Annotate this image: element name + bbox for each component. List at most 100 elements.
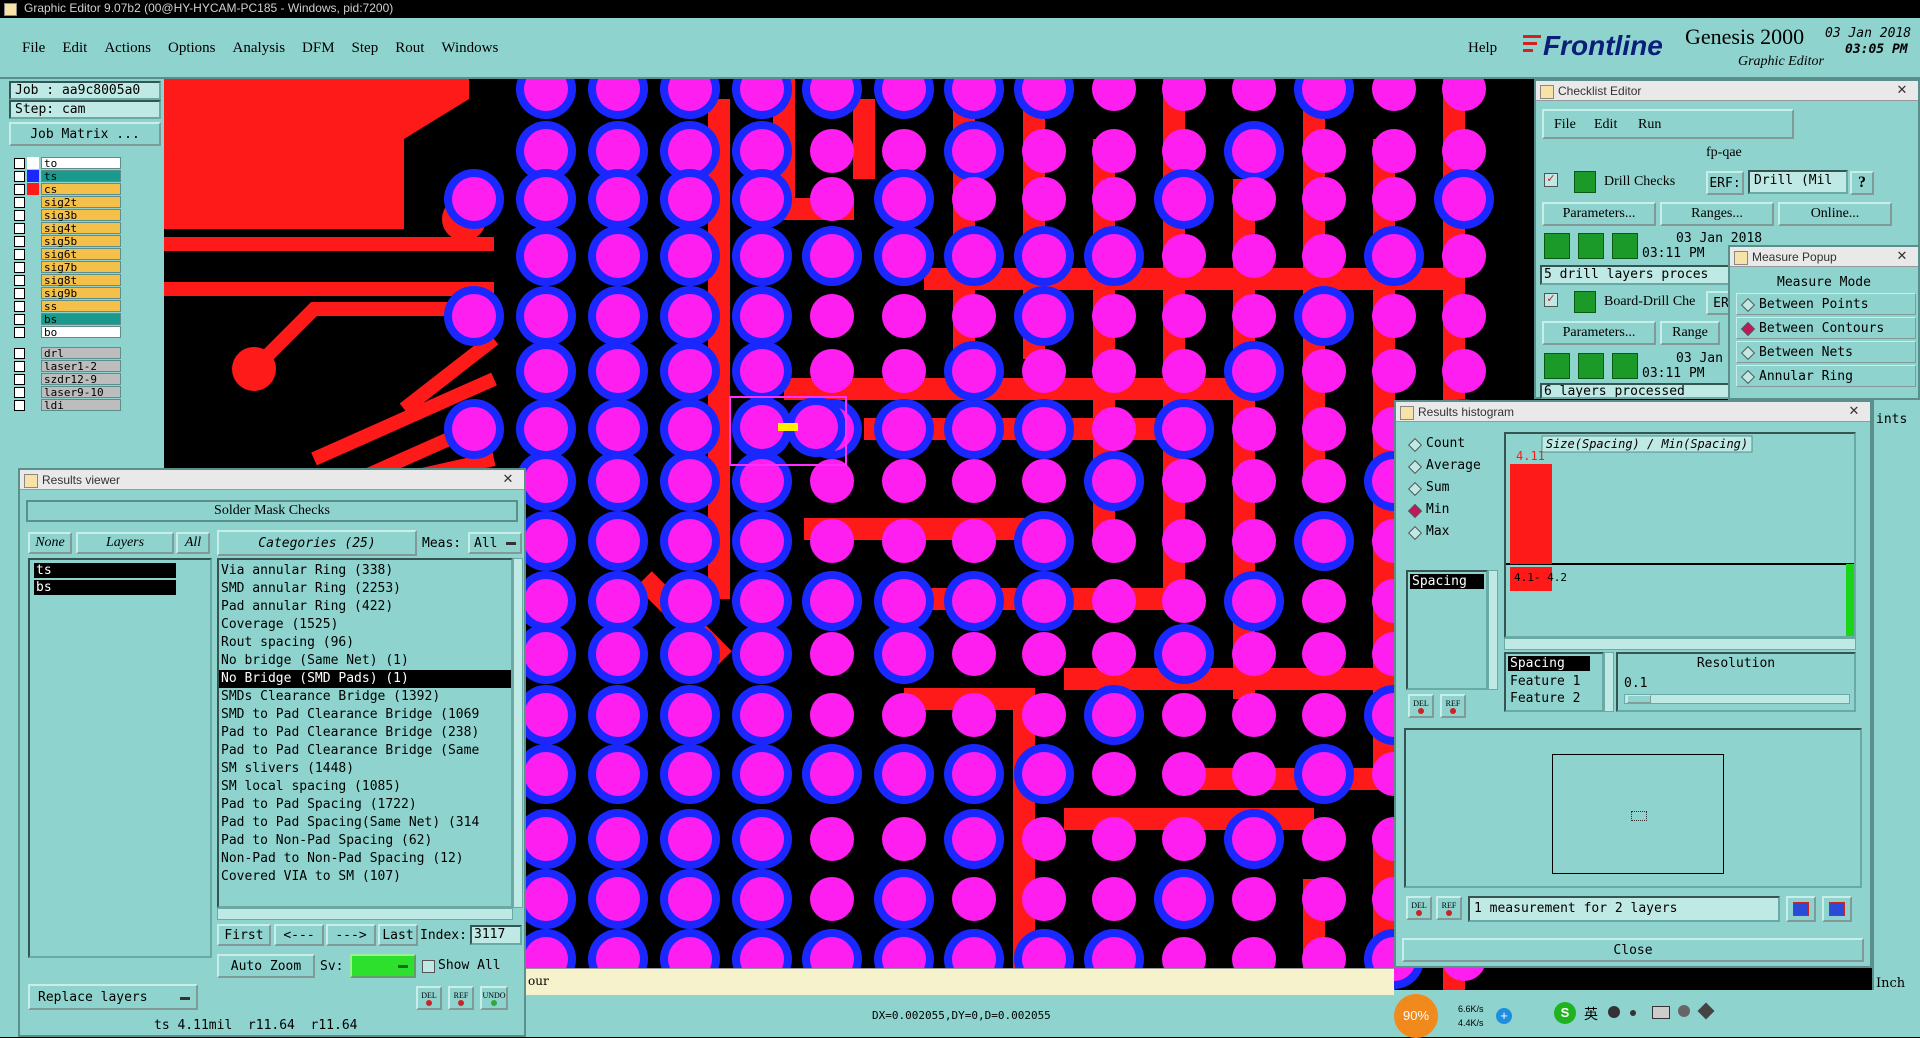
layer-checkbox[interactable] bbox=[14, 223, 25, 234]
pad[interactable] bbox=[1232, 752, 1276, 796]
board-ranges-button[interactable]: Range bbox=[1660, 321, 1720, 345]
pad[interactable] bbox=[1442, 349, 1486, 393]
histogram-option-average[interactable]: Average bbox=[1404, 456, 1504, 476]
layer-row-to[interactable]: to bbox=[14, 157, 134, 170]
pad[interactable] bbox=[596, 519, 640, 563]
resolution-slider[interactable] bbox=[1624, 694, 1850, 704]
pad[interactable] bbox=[882, 817, 926, 861]
pad[interactable] bbox=[524, 632, 568, 676]
hist-del-button[interactable]: DEL bbox=[1408, 694, 1434, 718]
layer-checkbox[interactable] bbox=[14, 387, 25, 398]
pad[interactable] bbox=[1302, 877, 1346, 921]
categories-button[interactable]: Categories (25) bbox=[217, 530, 417, 556]
pad[interactable] bbox=[882, 234, 926, 278]
board-drill-name[interactable]: Board-Drill Che bbox=[1604, 294, 1695, 310]
pad[interactable] bbox=[1302, 349, 1346, 393]
user-icon[interactable] bbox=[1678, 1005, 1690, 1017]
pad[interactable] bbox=[1022, 817, 1066, 861]
pad[interactable] bbox=[882, 129, 926, 173]
menu-step[interactable]: Step bbox=[352, 40, 379, 57]
pad[interactable] bbox=[524, 519, 568, 563]
pad[interactable] bbox=[1022, 349, 1066, 393]
pad[interactable] bbox=[668, 877, 712, 921]
category-item[interactable]: SMD annular Ring (2253) bbox=[219, 580, 511, 598]
pad[interactable] bbox=[740, 349, 784, 393]
layer-name[interactable]: sig6t bbox=[41, 248, 121, 261]
layer-checkbox[interactable] bbox=[14, 236, 25, 247]
layer-row-sig4t[interactable]: sig4t bbox=[14, 222, 134, 235]
measure-mode-option[interactable]: Between Nets bbox=[1736, 341, 1916, 363]
pad[interactable] bbox=[596, 407, 640, 451]
category-item[interactable]: Coverage (1525) bbox=[219, 616, 511, 634]
radio-icon[interactable] bbox=[1407, 437, 1423, 453]
pad[interactable] bbox=[1092, 693, 1136, 737]
pad[interactable] bbox=[668, 579, 712, 623]
pad[interactable] bbox=[524, 407, 568, 451]
layer-color-swatch[interactable] bbox=[27, 313, 39, 325]
pad[interactable] bbox=[882, 632, 926, 676]
histogram-option-sum[interactable]: Sum bbox=[1404, 478, 1504, 498]
layer-name[interactable]: ss bbox=[41, 300, 121, 313]
smd-pad-1[interactable] bbox=[740, 405, 784, 449]
pad[interactable] bbox=[1022, 579, 1066, 623]
layer-row-bo[interactable]: bo bbox=[14, 326, 134, 339]
layer-color-swatch[interactable] bbox=[27, 300, 39, 312]
radio-icon[interactable] bbox=[1407, 459, 1423, 475]
drill-online-button[interactable]: Online... bbox=[1778, 202, 1892, 226]
pad[interactable] bbox=[1162, 693, 1206, 737]
pad[interactable] bbox=[1232, 693, 1276, 737]
pad[interactable] bbox=[1302, 129, 1346, 173]
layer-checkbox[interactable] bbox=[14, 184, 25, 195]
run-icon[interactable] bbox=[1544, 233, 1570, 259]
field-feature-2[interactable]: Feature 2 bbox=[1508, 691, 1580, 706]
pad[interactable] bbox=[882, 349, 926, 393]
replace-layers-button[interactable]: Replace layers bbox=[28, 984, 198, 1010]
layer-name[interactable]: bo bbox=[41, 326, 121, 339]
layer-name[interactable]: sig3b bbox=[41, 209, 121, 222]
category-item[interactable]: Pad to Pad Spacing(Same Net) (314 bbox=[219, 814, 511, 832]
pad[interactable] bbox=[952, 752, 996, 796]
prev-button[interactable]: <--- bbox=[274, 924, 324, 946]
pad[interactable] bbox=[740, 234, 784, 278]
pad[interactable] bbox=[524, 877, 568, 921]
pad[interactable] bbox=[524, 294, 568, 338]
layer-checkbox[interactable] bbox=[14, 262, 25, 273]
drill-layer-row[interactable]: szdr12-9 bbox=[14, 373, 134, 386]
menu-windows[interactable]: Windows bbox=[441, 40, 498, 57]
pad[interactable] bbox=[668, 407, 712, 451]
measure-mode-option[interactable]: Annular Ring bbox=[1736, 365, 1916, 387]
pad[interactable] bbox=[1232, 877, 1276, 921]
layer-row-sig9b[interactable]: sig9b bbox=[14, 287, 134, 300]
pad[interactable] bbox=[1162, 459, 1206, 503]
pad[interactable] bbox=[1232, 519, 1276, 563]
layer-name[interactable]: sig5b bbox=[41, 235, 121, 248]
category-item[interactable]: SM local spacing (1085) bbox=[219, 778, 511, 796]
menu-dfm[interactable]: DFM bbox=[302, 40, 335, 57]
pad[interactable] bbox=[1092, 407, 1136, 451]
pad[interactable] bbox=[668, 459, 712, 503]
pad[interactable] bbox=[1372, 234, 1416, 278]
pad[interactable] bbox=[1022, 752, 1066, 796]
radio-icon[interactable] bbox=[1407, 525, 1423, 541]
category-item[interactable]: Pad to Non-Pad Spacing (62) bbox=[219, 832, 511, 850]
pad[interactable] bbox=[1302, 579, 1346, 623]
drill-checks-name[interactable]: Drill Checks bbox=[1604, 174, 1675, 190]
run-icon[interactable] bbox=[1578, 353, 1604, 379]
pad[interactable] bbox=[1232, 129, 1276, 173]
erf-value[interactable]: Drill (Mil bbox=[1748, 170, 1848, 194]
pad[interactable] bbox=[1092, 579, 1136, 623]
pad[interactable] bbox=[1302, 693, 1346, 737]
auto-zoom-button[interactable]: Auto Zoom bbox=[217, 954, 315, 978]
category-item[interactable]: Pad to Pad Clearance Bridge (238) bbox=[219, 724, 511, 742]
pad[interactable] bbox=[596, 349, 640, 393]
layer-color-swatch[interactable] bbox=[27, 157, 39, 169]
pad[interactable] bbox=[596, 294, 640, 338]
histogram-list-item-spacing[interactable]: Spacing bbox=[1410, 574, 1484, 589]
pad[interactable] bbox=[952, 877, 996, 921]
pad[interactable] bbox=[524, 817, 568, 861]
pad[interactable] bbox=[952, 693, 996, 737]
pad[interactable] bbox=[882, 294, 926, 338]
pad[interactable] bbox=[740, 294, 784, 338]
pad[interactable] bbox=[952, 459, 996, 503]
layer-checkbox[interactable] bbox=[14, 288, 25, 299]
